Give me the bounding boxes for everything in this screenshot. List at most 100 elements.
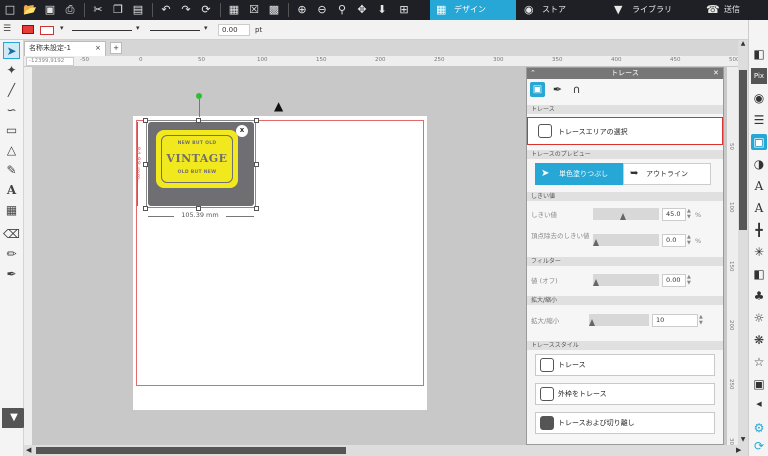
line-width-input[interactable]: 0.00 [218, 24, 250, 36]
scroll-right-icon[interactable]: ▶ [736, 446, 741, 455]
scroll-up-icon[interactable]: ▲ [739, 40, 747, 48]
threshold-input[interactable]: 45.0 [662, 208, 686, 221]
undo-icon[interactable]: ↶ [158, 2, 174, 18]
expand-icon[interactable]: ◀ [751, 396, 767, 412]
spinner-icon[interactable]: ▲ ▼ [699, 314, 703, 326]
magnet-icon[interactable]: ∩ [569, 82, 584, 97]
library-drawer-icon[interactable]: ▼ [2, 408, 26, 428]
paste-icon[interactable]: ▤ [130, 2, 146, 18]
tab-library[interactable]: ▼ ライブラリ [608, 0, 686, 20]
resize-handle[interactable] [254, 162, 259, 167]
highpass-slider[interactable] [593, 234, 659, 246]
offset-icon[interactable]: ☼ [751, 310, 767, 326]
text-style-icon[interactable]: A [751, 178, 767, 194]
tab-send[interactable]: ☎ 送信 [700, 0, 768, 20]
pan-icon[interactable]: ✥ [354, 2, 370, 18]
fill-icon[interactable]: ◑ [751, 156, 767, 172]
slider-thumb[interactable] [620, 213, 626, 220]
eyedropper-icon[interactable]: ✒ [550, 82, 565, 97]
resize-handle[interactable] [143, 206, 148, 211]
color-palette-icon[interactable]: ◉ [751, 90, 767, 106]
chevron-down-icon[interactable]: ▾ [60, 24, 64, 32]
spinner-icon[interactable]: ▲ ▼ [687, 208, 691, 220]
preview-outline-button[interactable]: ➥ アウトライン [623, 163, 711, 185]
chevron-down-icon[interactable]: ▾ [204, 24, 208, 32]
line-tool-icon[interactable]: ╱ [3, 82, 20, 99]
chevron-down-icon[interactable]: ▾ [136, 24, 140, 32]
new-file-icon[interactable]: □ [2, 2, 18, 18]
tab-design[interactable]: ▦ デザイン [430, 0, 516, 20]
sync-icon[interactable]: ⟳ [751, 438, 767, 454]
refresh-icon[interactable]: ⟳ [198, 2, 214, 18]
font-icon[interactable]: A [751, 200, 767, 216]
polygon-tool-icon[interactable]: △ [3, 142, 20, 159]
eyedropper-tool-icon[interactable]: ✒ [3, 266, 20, 283]
trace-mode-icon[interactable]: ▣ [530, 82, 545, 97]
close-icon[interactable]: × [95, 42, 101, 55]
zoom-in-icon[interactable]: ⊕ [294, 2, 310, 18]
align-icon[interactable]: ╋ [751, 222, 767, 238]
curve-tool-icon[interactable]: ∽ [3, 102, 20, 119]
scale-slider[interactable] [589, 314, 649, 326]
select-all-icon[interactable]: ▦ [226, 2, 242, 18]
slider-thumb[interactable] [589, 319, 595, 326]
collapse-icon[interactable]: ⌃ [530, 68, 536, 79]
line-color-swatch[interactable] [40, 26, 54, 35]
move-down-icon[interactable]: ⬇ [374, 2, 390, 18]
page-setup-icon[interactable]: ◧ [751, 46, 767, 62]
tab-store[interactable]: ◉ ストア [518, 0, 596, 20]
replicate-icon[interactable]: ✳ [751, 244, 767, 260]
line-join-select[interactable] [150, 30, 200, 31]
scroll-down-icon[interactable]: ▼ [739, 436, 747, 444]
resize-handle[interactable] [254, 118, 259, 123]
threshold-slider[interactable] [593, 208, 659, 220]
redo-icon[interactable]: ↷ [178, 2, 194, 18]
doc-tab[interactable]: 名称未設定-1 × [24, 41, 106, 56]
preview-fill-button[interactable]: ➤ 単色塗りつぶし [535, 163, 623, 185]
scroll-thumb[interactable] [739, 70, 747, 230]
slider-thumb[interactable] [593, 279, 599, 286]
resize-handle[interactable] [254, 206, 259, 211]
add-page-icon[interactable]: ⊞ [396, 2, 412, 18]
add-tab-button[interactable]: + [110, 42, 122, 54]
resize-handle[interactable] [143, 162, 148, 167]
line-style-select[interactable] [72, 30, 132, 31]
deselect-icon[interactable]: ☒ [246, 2, 262, 18]
close-icon[interactable]: ✕ [713, 68, 719, 79]
spinner-icon[interactable]: ▲ ▼ [687, 274, 691, 286]
edit-points-icon[interactable]: ✦ [3, 62, 20, 79]
scroll-left-icon[interactable]: ◀ [26, 446, 31, 455]
line-style-icon[interactable]: ☰ [751, 112, 767, 128]
knife-tool-icon[interactable]: ✏ [3, 246, 20, 263]
star-icon[interactable]: ☆ [751, 354, 767, 370]
cut-icon[interactable]: ✂ [90, 2, 106, 18]
open-folder-icon[interactable]: 📂 [22, 2, 38, 18]
zoom-out-icon[interactable]: ⊖ [314, 2, 330, 18]
zoom-fit-icon[interactable]: ⚲ [334, 2, 350, 18]
trace-detach-button[interactable]: トレースおよび切り離し [535, 412, 715, 434]
vertical-scrollbar[interactable]: ▲ ▼ [738, 40, 748, 445]
panel-titlebar[interactable]: トレース ⌃ ✕ [527, 68, 723, 79]
settings-gear-icon[interactable]: ⚙ [751, 420, 767, 436]
resize-handle[interactable] [143, 118, 148, 123]
print-icon[interactable]: ⎙ [62, 2, 78, 18]
eraser-tool-icon[interactable]: ⌫ [3, 226, 20, 243]
select-trace-area-button[interactable]: トレースエリアの選択 [527, 117, 723, 145]
slider-thumb[interactable] [593, 239, 599, 246]
fill-color-swatch[interactable] [22, 25, 34, 34]
filter-slider[interactable] [593, 274, 659, 286]
scale-input[interactable]: 10 [652, 314, 698, 327]
trace-button[interactable]: トレース [535, 354, 715, 376]
select-tool-icon[interactable]: ➤ [3, 42, 20, 59]
pixscan-icon[interactable]: Pix [751, 68, 767, 84]
copy-icon[interactable]: ❐ [110, 2, 126, 18]
group-icon[interactable]: ▩ [266, 2, 282, 18]
modify-icon[interactable]: ♣ [751, 288, 767, 304]
transform-icon[interactable]: ◧ [751, 266, 767, 282]
spinner-icon[interactable]: ▲ ▼ [687, 234, 691, 246]
highpass-input[interactable]: 0.0 [662, 234, 686, 247]
scroll-thumb[interactable] [36, 447, 346, 454]
pencil-tool-icon[interactable]: ✎ [3, 162, 20, 179]
horizontal-scrollbar[interactable]: ◀ ▶ [24, 445, 748, 456]
rectangle-tool-icon[interactable]: ▭ [3, 122, 20, 139]
